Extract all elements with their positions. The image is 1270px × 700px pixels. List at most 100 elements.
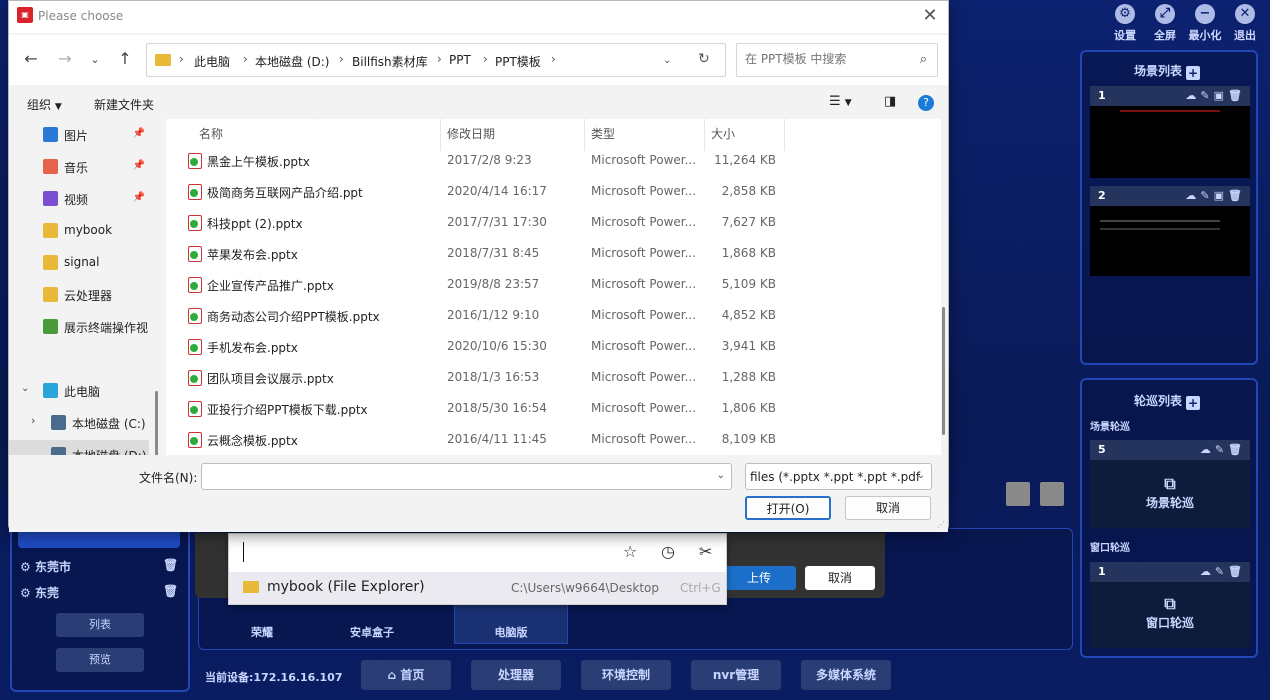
breadcrumb-billfish[interactable]: Billfish素材库 bbox=[352, 53, 428, 70]
scene-tour-card[interactable]: 5 ☁✎🗑 ⧉ 场景轮巡 bbox=[1090, 440, 1250, 528]
address-dropdown-chevron-icon[interactable]: ⌄ bbox=[663, 55, 671, 66]
text-caret bbox=[243, 542, 244, 562]
device-tab[interactable]: 安卓盒子 bbox=[335, 624, 409, 640]
new-folder-button[interactable]: 新建文件夹 bbox=[94, 96, 154, 113]
file-row[interactable]: 团队项目会议展示.pptx 2018/1/3 16:53 Microsoft Pow… bbox=[166, 362, 941, 393]
nav-home-button[interactable]: ⌂ 首页 bbox=[361, 660, 451, 690]
scene-card[interactable]: 2 ☁✎▣🗑 bbox=[1090, 186, 1250, 276]
chevron-down-icon[interactable]: ⌄ bbox=[717, 470, 725, 481]
back-arrow-icon[interactable]: ← bbox=[20, 49, 42, 68]
upload-cancel-button[interactable]: 取消 bbox=[805, 566, 875, 590]
nav-item-drive-d[interactable]: 本地磁盘 (D:) bbox=[9, 440, 149, 455]
autocomplete-suggestion[interactable]: mybook (File Explorer) C:\Users\w9664\De… bbox=[229, 572, 726, 604]
file-row[interactable]: 科技ppt (2).pptx 2017/7/31 17:30 Microsoft P… bbox=[166, 207, 941, 238]
refresh-icon[interactable]: ↻ bbox=[698, 51, 710, 67]
preview-pane-icon[interactable]: ◨ bbox=[884, 94, 896, 109]
resize-grip-icon[interactable]: ⋰ bbox=[937, 520, 945, 529]
organize-menu[interactable]: 组织 ▼ bbox=[27, 96, 62, 113]
nav-item-this-pc[interactable]: ⌄ 此电脑 bbox=[9, 376, 149, 406]
nav-item-videos[interactable]: 视频 📌 bbox=[9, 184, 149, 214]
nav-multimedia-button[interactable]: 多媒体系统 bbox=[801, 660, 891, 690]
add-scene-icon[interactable]: + bbox=[1186, 66, 1201, 80]
nav-processor-button[interactable]: 处理器 bbox=[471, 660, 561, 690]
window-tour-card[interactable]: 1 ☁✎🗑 ⧉ 窗口轮巡 bbox=[1090, 562, 1250, 648]
file-row[interactable]: 手机发布会.pptx 2020/10/6 15:30 Microsoft Power… bbox=[166, 331, 941, 362]
column-name-header[interactable]: 名称 bbox=[199, 125, 223, 142]
file-row[interactable]: 企业宣传产品推广.pptx 2019/8/8 23:57 Microsoft Pow… bbox=[166, 269, 941, 300]
column-type-header[interactable]: 类型 bbox=[591, 125, 615, 142]
chevron-right-icon[interactable]: › bbox=[31, 414, 35, 427]
upload-button[interactable]: 上传 bbox=[722, 566, 796, 590]
column-size-header[interactable]: 大小 bbox=[711, 125, 735, 142]
exit-button[interactable]: ✕ 退出 bbox=[1228, 4, 1262, 43]
nav-environment-button[interactable]: 环境控制 bbox=[581, 660, 671, 690]
file-row[interactable]: 商务动态公司介绍PPT模板.pptx 2016/1/12 9:10 Microsof… bbox=[166, 300, 941, 331]
device-group-item[interactable]: ⚙ 东莞市 🗑 bbox=[20, 558, 178, 575]
forward-arrow-icon[interactable]: → bbox=[54, 49, 76, 68]
minimize-button[interactable]: − 最小化 bbox=[1186, 4, 1224, 43]
nav-item-mybook[interactable]: mybook bbox=[9, 216, 149, 246]
address-bar[interactable]: › 此电脑 › 本地磁盘 (D:) › Billfish素材库 › PPT › … bbox=[146, 43, 726, 77]
file-name: 商务动态公司介绍PPT模板.pptx bbox=[207, 310, 380, 324]
device-tab[interactable]: 荣耀 bbox=[225, 624, 299, 640]
star-icon[interactable]: ☆ bbox=[623, 542, 637, 561]
trash-icon[interactable]: 🗑 bbox=[163, 558, 178, 572]
preview-button[interactable]: 预览 bbox=[56, 648, 144, 672]
layout-grid-icon[interactable] bbox=[1040, 482, 1064, 506]
device-tab[interactable]: 电脑版 bbox=[474, 624, 548, 640]
list-button[interactable]: 列表 bbox=[56, 613, 144, 637]
file-row[interactable]: 云概念模板.pptx 2016/4/11 11:45 Microsoft Power… bbox=[166, 424, 941, 455]
drive-icon bbox=[51, 415, 66, 430]
chevron-down-icon[interactable]: ⌄ bbox=[21, 383, 29, 394]
file-date: 2019/8/8 23:57 bbox=[447, 277, 540, 291]
recent-locations-chevron-icon[interactable]: ⌄ bbox=[84, 53, 106, 66]
nav-item-cloud-processor[interactable]: 云处理器 bbox=[9, 280, 149, 310]
nav-item-music[interactable]: 音乐 📌 bbox=[9, 152, 149, 182]
file-name: 苹果发布会.pptx bbox=[207, 248, 298, 262]
nav-item-signal[interactable]: signal bbox=[9, 248, 149, 278]
filename-input[interactable]: ⌄ bbox=[201, 463, 732, 490]
breadcrumb-ppt[interactable]: PPT bbox=[449, 53, 471, 67]
file-size: 1,288 KB bbox=[721, 370, 776, 384]
file-row[interactable]: 亚投行介绍PPT模板下载.pptx 2018/5/30 16:54 Microsof… bbox=[166, 393, 941, 424]
scene-card[interactable]: 1 ☁✎▣🗑 bbox=[1090, 86, 1250, 178]
tools-icon[interactable]: ✂ bbox=[699, 542, 712, 561]
layout-single-icon[interactable] bbox=[1006, 482, 1030, 506]
history-icon[interactable]: ◷ bbox=[661, 542, 675, 561]
nav-pane-scrollbar[interactable] bbox=[155, 391, 158, 455]
fullscreen-button[interactable]: ⤢ 全屏 bbox=[1148, 4, 1182, 43]
file-list-scrollbar[interactable] bbox=[942, 307, 945, 435]
file-row[interactable]: 苹果发布会.pptx 2018/7/31 8:45 Microsoft Power.… bbox=[166, 238, 941, 269]
column-date-header[interactable]: 修改日期 bbox=[447, 125, 495, 142]
nav-nvr-button[interactable]: nvr管理 bbox=[691, 660, 781, 690]
card-actions-icons[interactable]: ☁✎▣🗑 bbox=[1185, 189, 1246, 202]
card-actions-icons[interactable]: ☁✎🗑 bbox=[1200, 443, 1246, 456]
breadcrumb-this-pc[interactable]: 此电脑 bbox=[194, 53, 230, 70]
file-size: 8,109 KB bbox=[721, 432, 776, 446]
search-input[interactable] bbox=[745, 52, 905, 66]
autocomplete-input-bar[interactable]: ☆ ◷ ✂ bbox=[229, 534, 726, 570]
add-tour-icon[interactable]: + bbox=[1186, 396, 1201, 410]
view-options-icon[interactable]: ☰ ▼ bbox=[829, 94, 852, 109]
device-group-item[interactable]: ⚙ 东莞 🗑 bbox=[20, 584, 178, 601]
search-box[interactable]: ⌕ bbox=[736, 43, 938, 77]
file-row[interactable]: 黑金上午模板.pptx 2017/2/8 9:23 Microsoft Power.… bbox=[166, 145, 941, 176]
close-button[interactable]: ✕ bbox=[918, 5, 942, 29]
nav-item-terminal-video[interactable]: 展示终端操作视 bbox=[9, 312, 149, 342]
open-button[interactable]: 打开(O) bbox=[745, 496, 831, 520]
file-name: 团队项目会议展示.pptx bbox=[207, 372, 334, 386]
card-actions-icons[interactable]: ☁✎🗑 bbox=[1200, 565, 1246, 578]
up-arrow-icon[interactable]: ↑ bbox=[114, 49, 136, 68]
nav-item-pictures[interactable]: 图片 📌 bbox=[9, 120, 149, 150]
help-icon[interactable]: ? bbox=[918, 95, 934, 111]
settings-button[interactable]: ⚙ 设置 bbox=[1108, 4, 1142, 43]
trash-icon[interactable]: 🗑 bbox=[163, 584, 178, 598]
breadcrumb-drive-d[interactable]: 本地磁盘 (D:) bbox=[255, 53, 329, 70]
cancel-button[interactable]: 取消 bbox=[845, 496, 931, 520]
file-type-filter[interactable]: files (*.pptx *.ppt *.ppt *.pdf ⌄ bbox=[745, 463, 932, 490]
file-date: 2018/1/3 16:53 bbox=[447, 370, 540, 384]
nav-item-drive-c[interactable]: › 本地磁盘 (C:) bbox=[9, 408, 149, 438]
card-actions-icons[interactable]: ☁✎▣🗑 bbox=[1185, 89, 1246, 102]
breadcrumb-ppt-templates[interactable]: PPT模板 bbox=[495, 53, 541, 70]
file-row[interactable]: 极简商务互联网产品介绍.ppt 2020/4/14 16:17 Microsoft … bbox=[166, 176, 941, 207]
